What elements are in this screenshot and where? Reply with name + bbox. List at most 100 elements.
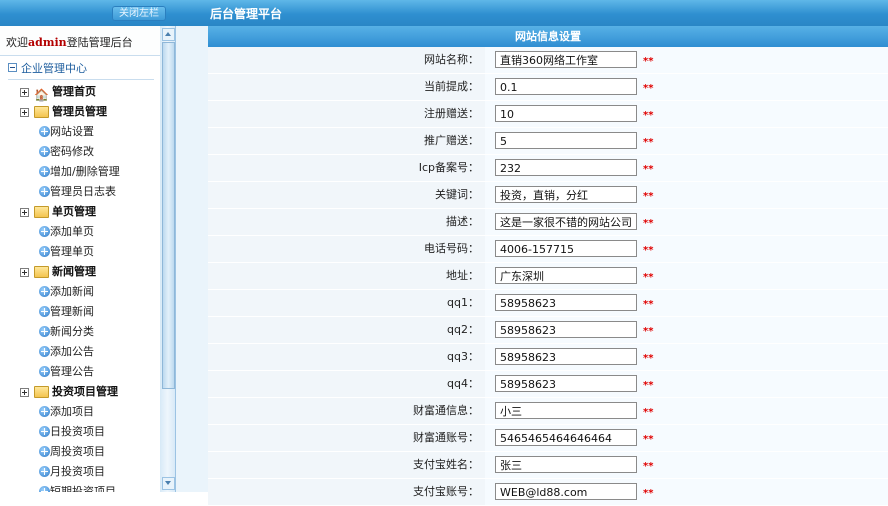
field-cell: 58958623 ** bbox=[485, 371, 888, 397]
text-input[interactable]: 10 bbox=[495, 105, 637, 122]
field-label: 当前提成： bbox=[208, 74, 485, 100]
sidebar-group[interactable]: 单页管理 bbox=[0, 202, 160, 222]
plus-circle-icon bbox=[39, 126, 50, 137]
sidebar-group[interactable]: 🏠 管理首页 bbox=[0, 82, 160, 102]
plus-circle-icon bbox=[39, 226, 50, 237]
folder-icon bbox=[34, 106, 49, 118]
field-label: 关键词： bbox=[208, 182, 485, 208]
text-input[interactable]: 这是一家很不错的网站公司 bbox=[495, 213, 637, 230]
field-label: 网站名称： bbox=[208, 47, 485, 73]
text-input[interactable]: 广东深圳 bbox=[495, 267, 637, 284]
required-mark: ** bbox=[643, 407, 654, 418]
sidebar-item[interactable]: 添加新闻 bbox=[0, 282, 160, 302]
expand-icon[interactable] bbox=[20, 388, 29, 397]
text-input[interactable]: 0.1 bbox=[495, 78, 637, 95]
sidebar-item[interactable]: 管理单页 bbox=[0, 242, 160, 262]
field-label: 财富通账号： bbox=[208, 425, 485, 451]
sidebar-item[interactable]: 日投资项目 bbox=[0, 422, 160, 442]
sidebar-item[interactable]: 添加公告 bbox=[0, 342, 160, 362]
sidebar-item[interactable]: 周投资项目 bbox=[0, 442, 160, 462]
text-input[interactable]: 小三 bbox=[495, 402, 637, 419]
sidebar-scrollbar[interactable] bbox=[160, 26, 176, 492]
sidebar-group-label: 管理员管理 bbox=[52, 105, 107, 118]
plus-circle-icon bbox=[39, 406, 50, 417]
sidebar-item[interactable]: 增加/删除管理 bbox=[0, 162, 160, 182]
close-sidebar-button[interactable]: 关闭左栏 bbox=[112, 6, 166, 21]
text-input[interactable]: 5465465464646464 bbox=[495, 429, 637, 446]
text-input[interactable]: 投资，直销，分红 bbox=[495, 186, 637, 203]
field-cell: WEB@ld88.com ** bbox=[485, 479, 888, 505]
text-input[interactable]: 张三 bbox=[495, 456, 637, 473]
field-label: qq1： bbox=[208, 290, 485, 316]
sidebar-group[interactable]: 管理员管理 bbox=[0, 102, 160, 122]
sidebar: 欢迎admin登陆管理后台 企业管理中心 🏠 管理首页管理员管理网站设置密码修改增… bbox=[0, 26, 161, 492]
form-row: 关键词： 投资，直销，分红 ** bbox=[208, 182, 888, 209]
sidebar-item-label: 网站设置 bbox=[50, 125, 94, 138]
collapse-icon bbox=[8, 63, 17, 72]
sidebar-group[interactable]: 新闻管理 bbox=[0, 262, 160, 282]
sidebar-item-label: 周投资项目 bbox=[50, 445, 105, 458]
sidebar-item[interactable]: 短期投资项目 bbox=[0, 482, 160, 492]
form-row: 支付宝姓名： 张三 ** bbox=[208, 452, 888, 479]
required-mark: ** bbox=[643, 245, 654, 256]
sidebar-item[interactable]: 管理员日志表 bbox=[0, 182, 160, 202]
required-mark: ** bbox=[643, 461, 654, 472]
form-row: 电话号码： 4006-157715 ** bbox=[208, 236, 888, 263]
sidebar-item-label: 管理公告 bbox=[50, 365, 94, 378]
text-input[interactable]: 直销360网络工作室 bbox=[495, 51, 637, 68]
sidebar-item[interactable]: 添加项目 bbox=[0, 402, 160, 422]
divider bbox=[8, 79, 154, 80]
text-input[interactable]: 58958623 bbox=[495, 375, 637, 392]
text-input[interactable]: 58958623 bbox=[495, 321, 637, 338]
main-content: 网站信息设置 网站名称： 直销360网络工作室 ** 当前提成： 0.1 ** 注册赠送： 1… bbox=[208, 26, 888, 506]
scroll-up-icon[interactable] bbox=[162, 28, 175, 41]
sidebar-item[interactable]: 密码修改 bbox=[0, 142, 160, 162]
sidebar-item-label: 管理新闻 bbox=[50, 305, 94, 318]
plus-circle-icon bbox=[39, 466, 50, 477]
sidebar-item[interactable]: 月投资项目 bbox=[0, 462, 160, 482]
field-cell: 58958623 ** bbox=[485, 344, 888, 370]
sidebar-item-label: 日投资项目 bbox=[50, 425, 105, 438]
text-input[interactable]: 5 bbox=[495, 132, 637, 149]
sidebar-item[interactable]: 管理新闻 bbox=[0, 302, 160, 322]
scroll-down-icon[interactable] bbox=[162, 477, 175, 490]
text-input[interactable]: 58958623 bbox=[495, 294, 637, 311]
sidebar-item-label: 增加/删除管理 bbox=[50, 165, 120, 178]
field-label: 支付宝姓名： bbox=[208, 452, 485, 478]
expand-icon[interactable] bbox=[20, 208, 29, 217]
system-title: 后台管理平台 bbox=[210, 7, 283, 21]
sidebar-item[interactable]: 网站设置 bbox=[0, 122, 160, 142]
field-label: 描述： bbox=[208, 209, 485, 235]
field-label: Icp备案号： bbox=[208, 155, 485, 181]
welcome-text: 欢迎admin登陆管理后台 bbox=[0, 26, 160, 56]
plus-circle-icon bbox=[39, 366, 50, 377]
form-title: 网站信息设置 bbox=[208, 26, 888, 47]
sidebar-item[interactable]: 新闻分类 bbox=[0, 322, 160, 342]
scroll-thumb[interactable] bbox=[162, 42, 175, 389]
sidebar-group[interactable]: 投资项目管理 bbox=[0, 382, 160, 402]
sidebar-item-label: 添加单页 bbox=[50, 225, 94, 238]
required-mark: ** bbox=[643, 191, 654, 202]
expand-icon[interactable] bbox=[20, 268, 29, 277]
text-input[interactable]: 232 bbox=[495, 159, 637, 176]
field-cell: 5 ** bbox=[485, 128, 888, 154]
center-title[interactable]: 企业管理中心 bbox=[8, 58, 154, 80]
sidebar-group-label: 单页管理 bbox=[52, 205, 96, 218]
sidebar-item-label: 短期投资项目 bbox=[50, 485, 116, 492]
expand-icon[interactable] bbox=[20, 108, 29, 117]
text-input[interactable]: 58958623 bbox=[495, 348, 637, 365]
sidebar-item-label: 月投资项目 bbox=[50, 465, 105, 478]
field-cell: 10 ** bbox=[485, 101, 888, 127]
sidebar-group-label: 管理首页 bbox=[52, 85, 96, 98]
form-row: 当前提成： 0.1 ** bbox=[208, 74, 888, 101]
plus-circle-icon bbox=[39, 446, 50, 457]
field-label: 电话号码： bbox=[208, 236, 485, 262]
plus-circle-icon bbox=[39, 486, 50, 492]
sidebar-item-label: 添加公告 bbox=[50, 345, 94, 358]
expand-icon[interactable] bbox=[20, 88, 29, 97]
field-cell: 0.1 ** bbox=[485, 74, 888, 100]
sidebar-item[interactable]: 管理公告 bbox=[0, 362, 160, 382]
text-input[interactable]: 4006-157715 bbox=[495, 240, 637, 257]
welcome-prefix: 欢迎 bbox=[6, 36, 28, 49]
sidebar-item[interactable]: 添加单页 bbox=[0, 222, 160, 242]
